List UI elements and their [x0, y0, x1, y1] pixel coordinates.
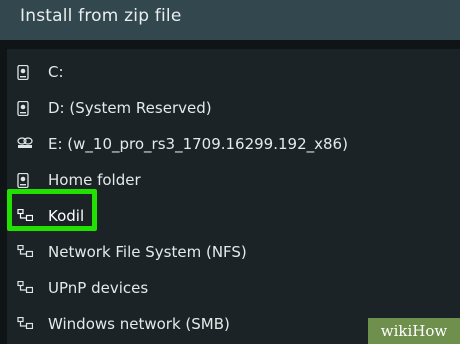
network-icon — [17, 317, 33, 331]
list-item-e-drive[interactable]: E: (w_10_pro_rs3_1709.16299.192_x86) — [7, 126, 460, 162]
list-item-label: D: (System Reserved) — [48, 99, 212, 117]
network-icon — [17, 245, 33, 259]
hard-drive-icon — [17, 65, 33, 80]
list-item-upnp[interactable]: UPnP devices — [7, 270, 460, 306]
list-item-nfs[interactable]: Network File System (NFS) — [7, 234, 460, 270]
dialog-header: Install from zip file — [0, 0, 460, 40]
selection-highlight — [7, 189, 97, 231]
list-item-label: Home folder — [48, 171, 141, 189]
list-item-d-drive[interactable]: D: (System Reserved) — [7, 90, 460, 126]
list-item-label: E: (w_10_pro_rs3_1709.16299.192_x86) — [48, 135, 348, 153]
list-item-label: C: — [48, 63, 64, 81]
hard-drive-icon — [17, 101, 33, 116]
list-item-label: Network File System (NFS) — [48, 243, 247, 261]
hard-drive-icon — [17, 173, 33, 188]
list-item-c-drive[interactable]: C: — [7, 54, 460, 90]
network-icon — [17, 281, 33, 295]
dialog-title: Install from zip file — [20, 6, 182, 26]
optical-drive-icon — [17, 137, 33, 151]
watermark: wikiHow — [368, 318, 460, 344]
list-item-label: UPnP devices — [48, 279, 149, 297]
list-item-label: Windows network (SMB) — [48, 315, 230, 333]
